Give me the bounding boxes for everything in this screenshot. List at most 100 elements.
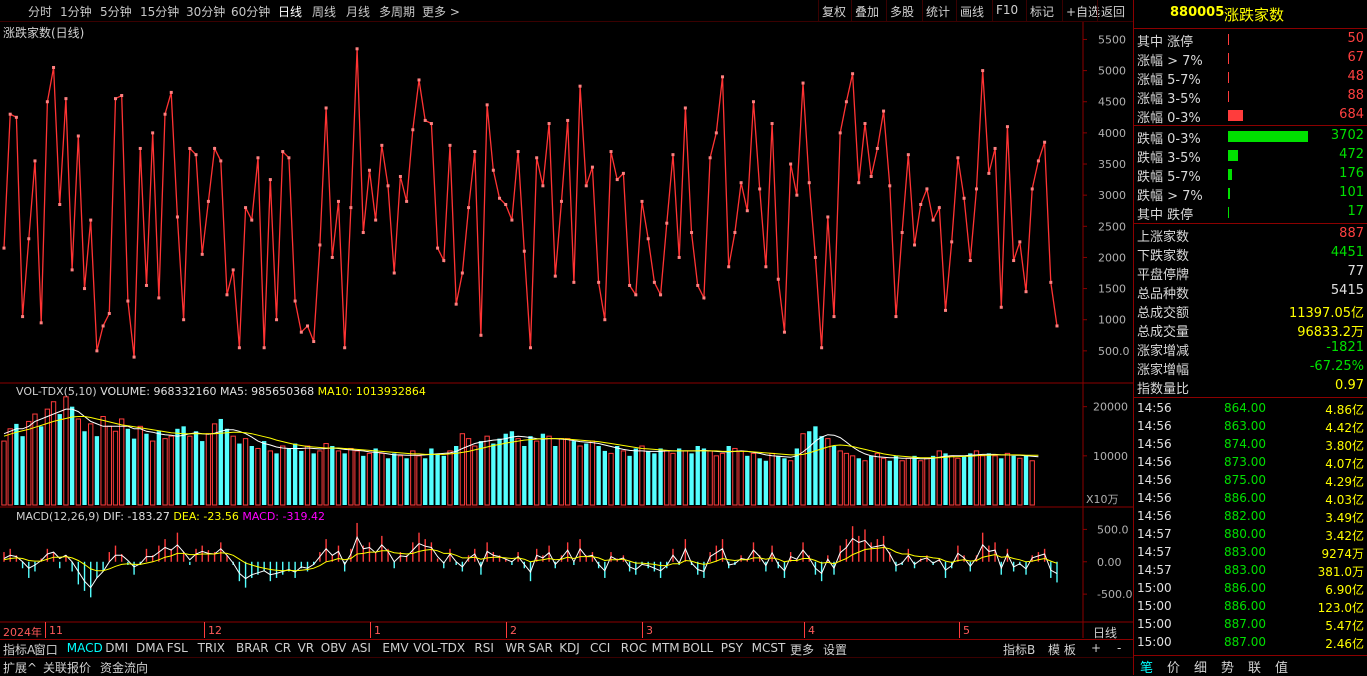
indicator-tab-25[interactable]: 设置 bbox=[823, 641, 847, 658]
bottom-tab-1[interactable]: 关联报价 bbox=[43, 659, 91, 676]
stat-row-value: 96833.2万 bbox=[1297, 325, 1364, 340]
main-data-point bbox=[646, 237, 650, 241]
indicator-tab-12[interactable]: EMV bbox=[382, 641, 408, 658]
side-tab-2[interactable]: 细 bbox=[1194, 657, 1207, 676]
indicator-tab-17[interactable]: KDJ bbox=[559, 641, 580, 658]
main-data-point bbox=[1030, 187, 1034, 191]
toolbar-button-5[interactable]: F10 bbox=[996, 3, 1018, 17]
indicator-tab-22[interactable]: PSY bbox=[721, 641, 743, 658]
period-tab-2[interactable]: 5分钟 bbox=[100, 3, 132, 20]
indicator-tab-2[interactable]: MACD bbox=[67, 641, 103, 658]
indicator-tab-3[interactable]: DMI bbox=[105, 641, 128, 658]
vol-bar bbox=[397, 455, 404, 506]
toolbar-button-2[interactable]: 多股 bbox=[890, 3, 914, 20]
vol-bar bbox=[682, 450, 689, 506]
indicator-tab-21[interactable]: BOLL bbox=[682, 641, 713, 658]
tick-time: 14:56 bbox=[1137, 509, 1172, 523]
vol-bar bbox=[50, 401, 57, 506]
main-data-point bbox=[553, 274, 557, 278]
side-tab-3[interactable]: 势 bbox=[1221, 657, 1234, 676]
toolbar-button-1[interactable]: 叠加 bbox=[855, 3, 879, 20]
indicator-tab-9[interactable]: VR bbox=[298, 641, 315, 658]
indicator-tab-10[interactable]: OBV bbox=[321, 641, 347, 658]
indicator-tab-8[interactable]: CR bbox=[274, 641, 291, 658]
vol-bar bbox=[707, 450, 713, 506]
side-tab-4[interactable]: 联 bbox=[1248, 657, 1261, 676]
x-axis-tick bbox=[506, 622, 507, 638]
vol-bar bbox=[843, 452, 850, 506]
vol-bar bbox=[366, 452, 373, 506]
indicator-right-2[interactable]: + bbox=[1091, 641, 1101, 658]
vol-bar bbox=[224, 428, 230, 505]
toolbar-button-0[interactable]: 复权 bbox=[822, 3, 846, 20]
vol-bar bbox=[719, 452, 726, 506]
side-tab-5[interactable]: 值 bbox=[1275, 657, 1288, 676]
toolbar-button-7[interactable]: +自选 bbox=[1066, 3, 1100, 20]
vol-bar bbox=[936, 450, 942, 506]
indicator-tab-23[interactable]: MCST bbox=[752, 641, 786, 658]
indicator-tab-24[interactable]: 更多 bbox=[790, 641, 814, 658]
vol-bar bbox=[652, 453, 657, 505]
period-tab-3[interactable]: 15分钟 bbox=[140, 3, 179, 20]
main-data-point bbox=[714, 131, 718, 135]
indicator-tab-20[interactable]: MTM bbox=[652, 641, 680, 658]
bottom-tab-0[interactable]: 扩展^ bbox=[3, 659, 37, 676]
indicator-right-3[interactable]: - bbox=[1117, 641, 1121, 658]
fall-row-label: 跌幅 3-5% bbox=[1137, 151, 1201, 166]
indicator-right-1[interactable]: 模 板 bbox=[1048, 641, 1076, 658]
indicator-tab-0[interactable]: 指标A bbox=[3, 641, 35, 658]
main-data-point bbox=[132, 355, 136, 359]
main-data-point bbox=[597, 280, 601, 284]
main-data-point bbox=[231, 268, 235, 272]
tick-time: 14:57 bbox=[1137, 527, 1172, 541]
period-tab-5[interactable]: 60分钟 bbox=[231, 3, 270, 20]
rise-row-label: 其中 涨停 bbox=[1137, 35, 1194, 50]
indicator-tab-14[interactable]: RSI bbox=[474, 641, 494, 658]
indicator-tab-4[interactable]: DMA bbox=[136, 641, 164, 658]
indicator-tab-16[interactable]: SAR bbox=[528, 641, 552, 658]
period-tab-7[interactable]: 周线 bbox=[312, 3, 336, 20]
main-data-point bbox=[1005, 125, 1009, 129]
vol-bar bbox=[112, 430, 119, 506]
period-tab-10[interactable]: 更多 > bbox=[422, 3, 460, 20]
period-tab-6[interactable]: 日线 bbox=[278, 3, 302, 20]
vol-bar bbox=[949, 455, 955, 506]
indicator-tab-13[interactable]: VOL-TDX bbox=[413, 641, 465, 658]
tick-volume: 4.42亿 bbox=[1325, 421, 1364, 435]
indicator-tab-19[interactable]: ROC bbox=[621, 641, 647, 658]
main-data-point bbox=[999, 305, 1003, 309]
period-tab-0[interactable]: 分时 bbox=[28, 3, 52, 20]
indicator-tab-18[interactable]: CCI bbox=[590, 641, 610, 658]
period-tab-9[interactable]: 多周期 bbox=[379, 3, 415, 20]
period-tab-1[interactable]: 1分钟 bbox=[60, 3, 92, 20]
main-data-point bbox=[516, 150, 520, 154]
side-tab-0[interactable]: 笔 bbox=[1140, 657, 1153, 676]
period-tab-8[interactable]: 月线 bbox=[346, 3, 370, 20]
period-tab-4[interactable]: 30分钟 bbox=[186, 3, 225, 20]
indicator-tab-7[interactable]: BRAR bbox=[236, 641, 269, 658]
side-tab-1[interactable]: 价 bbox=[1167, 657, 1180, 676]
main-data-point bbox=[157, 296, 161, 300]
toolbar-button-4[interactable]: 画线 bbox=[960, 3, 984, 20]
indicator-tab-15[interactable]: WR bbox=[505, 641, 525, 658]
vol-bar bbox=[787, 460, 794, 506]
main-data-point bbox=[355, 47, 359, 51]
vol-bar bbox=[738, 450, 744, 506]
vol-bar bbox=[924, 457, 930, 506]
bottom-tab-2[interactable]: 资金流向 bbox=[100, 659, 148, 676]
toolbar-button-8[interactable]: 返回 bbox=[1101, 3, 1125, 20]
indicator-tab-1[interactable]: 窗口 bbox=[34, 641, 58, 658]
fall-row: 其中 跌停 17 bbox=[1134, 203, 1367, 223]
toolbar-button-6[interactable]: 标记 bbox=[1030, 3, 1054, 20]
indicator-right-0[interactable]: 指标B bbox=[1003, 641, 1035, 658]
rise-row-value: 67 bbox=[1347, 50, 1364, 65]
macd-dif-label: DIF: -183.27 bbox=[103, 510, 170, 523]
tick-volume: 2.46亿 bbox=[1325, 637, 1364, 651]
vol-bar bbox=[317, 450, 323, 506]
indicator-tab-5[interactable]: FSL bbox=[167, 641, 188, 658]
indicator-tab-6[interactable]: TRIX bbox=[198, 641, 225, 658]
indicator-tab-11[interactable]: ASI bbox=[352, 641, 371, 658]
toolbar-button-3[interactable]: 统计 bbox=[926, 3, 950, 20]
macd-legend: MACD(12,26,9) DIF: -183.27 DEA: -23.56 M… bbox=[16, 510, 325, 523]
tick-time: 14:56 bbox=[1137, 491, 1172, 505]
